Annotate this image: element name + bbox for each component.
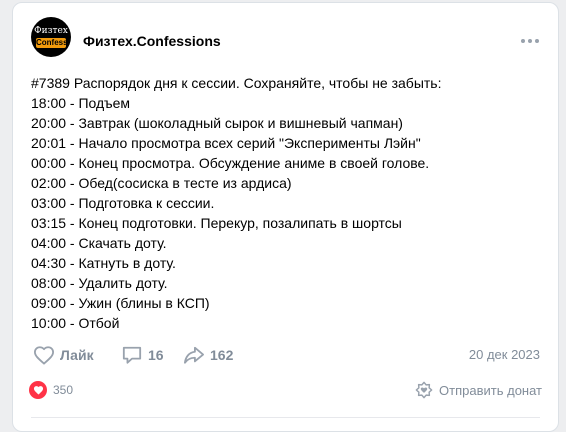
- post-line: 20:01 - Начало просмотра всех серий "Экс…: [31, 135, 421, 151]
- post-card: Физтех Confess Физтех.Confessions #7389 …: [12, 2, 559, 432]
- more-horizontal-icon[interactable]: [520, 38, 540, 44]
- post-line: 04:30 - Катнуть в доту.: [31, 255, 176, 271]
- share-arrow-icon: [184, 346, 204, 364]
- reactions-count: 350: [53, 383, 74, 397]
- comments-button[interactable]: 16: [121, 343, 164, 367]
- comments-count: 16: [148, 347, 164, 363]
- avatar-title-text: Физтех: [34, 26, 68, 36]
- like-label: Лайк: [60, 347, 94, 363]
- post-date[interactable]: 20 дек 2023: [469, 347, 540, 362]
- post-line: 03:00 - Подготовка к сессии.: [31, 195, 215, 211]
- share-button[interactable]: 162: [183, 343, 233, 367]
- post-line: 20:00 - Завтрак (шоколадный сырок и вишн…: [31, 115, 403, 131]
- post-line: 10:00 - Отбой: [31, 315, 120, 331]
- shares-count: 162: [210, 347, 234, 363]
- reactions-summary[interactable]: 350: [29, 379, 73, 401]
- author-name[interactable]: Физтех.Confessions: [83, 33, 221, 49]
- avatar-label-text: Confess: [36, 38, 68, 48]
- donate-button[interactable]: Отправить донат: [415, 379, 542, 401]
- post-line: 18:00 - Подъем: [31, 95, 131, 111]
- post-line: 09:00 - Ужин (блины в КСП): [31, 295, 210, 311]
- post-line: 03:15 - Конец подготовки. Перекур, позал…: [31, 215, 402, 231]
- post-footer: 350 Отправить донат: [29, 379, 542, 401]
- donate-icon: [415, 381, 433, 399]
- heart-outline-icon: [34, 346, 54, 365]
- post-line: 00:00 - Конец просмотра. Обсуждение аним…: [31, 155, 430, 171]
- avatar[interactable]: Физтех Confess: [31, 17, 71, 57]
- donate-label: Отправить донат: [439, 382, 542, 398]
- comment-icon: [122, 346, 142, 364]
- post-line: 04:00 - Скачать доту.: [31, 235, 167, 251]
- like-button[interactable]: Лайк: [33, 343, 94, 367]
- heart-filled-icon: [29, 381, 47, 399]
- post-line: 02:00 - Обед(сосиска в тесте из ардиса): [31, 175, 292, 191]
- post-line: #7389 Распорядок дня к сессии. Сохраняйт…: [31, 75, 442, 91]
- post-line: 08:00 - Удалить доту.: [31, 275, 168, 291]
- post-text: #7389 Распорядок дня к сессии. Сохраняйт…: [31, 73, 551, 333]
